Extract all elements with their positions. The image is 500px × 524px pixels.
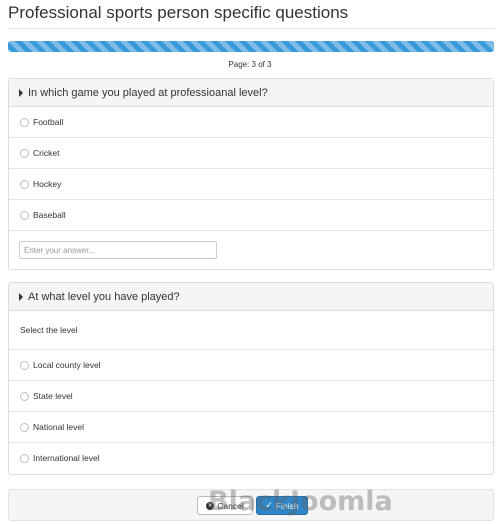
radio-button[interactable] bbox=[20, 453, 29, 463]
page-title: Professional sports person specific ques… bbox=[8, 3, 349, 22]
caret-right-icon bbox=[19, 292, 23, 301]
option-label: National level bbox=[33, 422, 85, 432]
title-divider bbox=[8, 28, 495, 29]
option-cricket[interactable]: Cricket bbox=[9, 138, 493, 169]
option-baseball[interactable]: Baseball bbox=[9, 200, 493, 231]
radio-button[interactable] bbox=[20, 179, 29, 189]
radio-button[interactable] bbox=[20, 360, 29, 370]
radio-button[interactable] bbox=[20, 391, 29, 401]
progress-bar bbox=[8, 41, 494, 52]
form-footer: ✕ Cancel ✓ Finish bbox=[8, 489, 494, 521]
radio-button[interactable] bbox=[20, 210, 29, 220]
option-label: International level bbox=[33, 453, 100, 463]
caret-right-icon bbox=[19, 88, 23, 97]
other-answer-input[interactable] bbox=[19, 241, 217, 259]
option-label: Baseball bbox=[33, 210, 66, 220]
option-football[interactable]: Football bbox=[9, 107, 493, 138]
radio-button[interactable] bbox=[20, 117, 29, 127]
question-heading-1[interactable]: In which game you played at professioana… bbox=[9, 79, 493, 107]
other-answer-row bbox=[9, 231, 493, 269]
finish-button-label: Finish bbox=[275, 500, 299, 511]
radio-button[interactable] bbox=[20, 148, 29, 158]
select-level-label-row: Select the level bbox=[9, 311, 493, 350]
option-label: State level bbox=[33, 391, 73, 401]
option-state-level[interactable]: State level bbox=[9, 381, 493, 412]
page-counter: Page: 3 of 3 bbox=[228, 60, 272, 69]
option-label: Cricket bbox=[33, 148, 60, 158]
cancel-button[interactable]: ✕ Cancel bbox=[197, 496, 253, 515]
option-national-level[interactable]: National level bbox=[9, 412, 493, 443]
option-label: Local county level bbox=[33, 360, 101, 370]
option-international-level[interactable]: International level bbox=[9, 443, 493, 473]
cancel-button-label: Cancel bbox=[217, 500, 244, 511]
radio-button[interactable] bbox=[20, 422, 29, 432]
survey-page: Professional sports person specific ques… bbox=[0, 0, 500, 524]
question-heading-text: In which game you played at professioana… bbox=[28, 86, 268, 99]
question-panel-1: In which game you played at professioana… bbox=[8, 78, 494, 270]
question-heading-text: At what level you have played? bbox=[28, 290, 180, 303]
check-icon: ✓ bbox=[265, 500, 273, 510]
option-label: Hockey bbox=[33, 179, 62, 189]
question-panel-2: At what level you have played? Select th… bbox=[8, 282, 494, 475]
option-hockey[interactable]: Hockey bbox=[9, 169, 493, 200]
select-level-label: Select the level bbox=[20, 325, 78, 335]
finish-button[interactable]: ✓ Finish bbox=[256, 496, 308, 515]
circle-x-icon: ✕ bbox=[206, 501, 215, 510]
progress-bar-fill bbox=[8, 41, 494, 52]
question-heading-2[interactable]: At what level you have played? bbox=[9, 283, 493, 311]
option-label: Football bbox=[33, 117, 64, 127]
option-local-county-level[interactable]: Local county level bbox=[9, 350, 493, 381]
